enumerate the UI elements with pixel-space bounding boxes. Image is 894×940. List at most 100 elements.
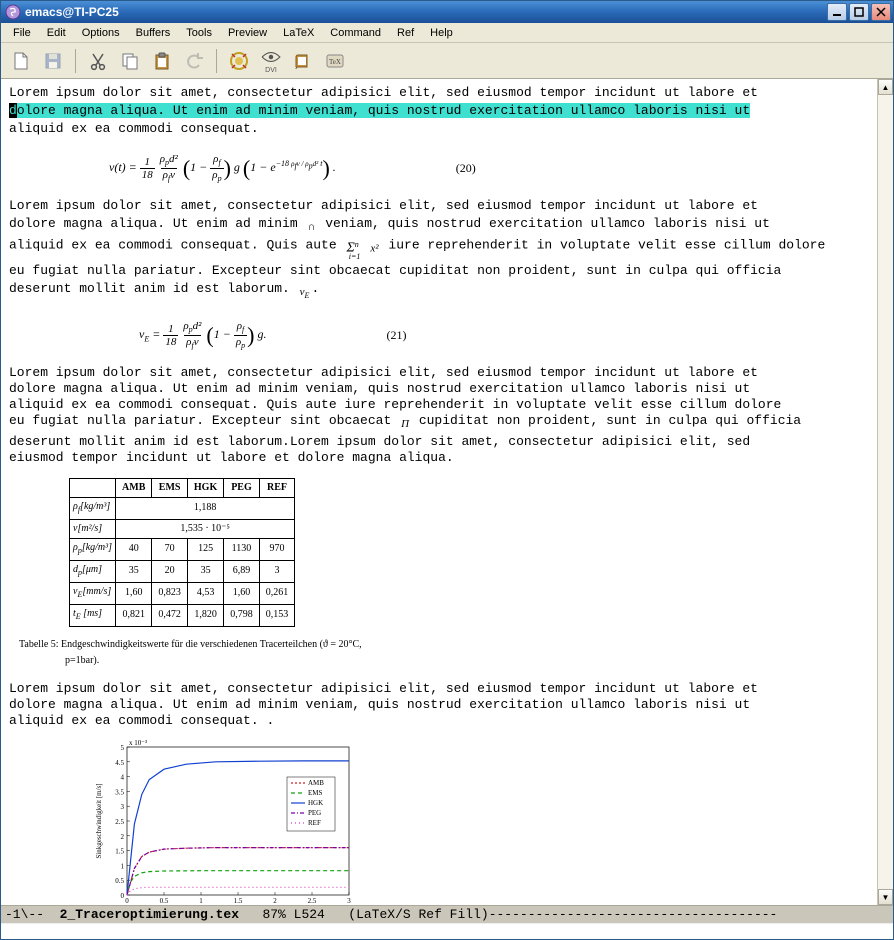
- dvi-view-button[interactable]: DVI: [257, 47, 285, 75]
- bibtex-button[interactable]: [289, 47, 317, 75]
- close-button[interactable]: [871, 3, 891, 21]
- latex-run-button[interactable]: [225, 47, 253, 75]
- text-line: Lorem ipsum dolor sit amet, consectetur …: [9, 681, 869, 729]
- svg-text:AMB: AMB: [308, 779, 324, 787]
- buffer-name: 2_Traceroptimierung.tex: [60, 907, 239, 922]
- text-line: Lorem ipsum dolor sit amet, consectetur …: [9, 85, 869, 101]
- svg-text:2.5: 2.5: [308, 897, 317, 905]
- editor-pane: Lorem ipsum dolor sit amet, consectetur …: [1, 79, 893, 905]
- svg-text:PEG: PEG: [308, 809, 321, 817]
- dvi-label: DVI: [265, 67, 277, 74]
- menu-options[interactable]: Options: [74, 25, 128, 41]
- svg-text:REF: REF: [308, 819, 321, 827]
- svg-text:1: 1: [199, 897, 203, 905]
- emacs-icon: [5, 4, 21, 20]
- table-row: vE[mm/s] 1,600,8234,531,600,261: [70, 582, 295, 604]
- menu-latex[interactable]: LaTeX: [275, 25, 322, 41]
- vertical-scrollbar[interactable]: ▲ ▼: [877, 79, 893, 905]
- svg-text:0.5: 0.5: [160, 897, 169, 905]
- maximize-button[interactable]: [849, 3, 869, 21]
- position-indicator: 87% L524: [239, 907, 348, 922]
- minimize-button[interactable]: [827, 3, 847, 21]
- svg-text:0.5: 0.5: [115, 877, 124, 885]
- inline-math-pi: Π: [401, 416, 409, 432]
- new-file-button[interactable]: [7, 47, 35, 75]
- svg-text:3: 3: [347, 897, 351, 905]
- text-line: aliquid ex ea commodi consequat.: [9, 121, 869, 137]
- svg-text:HGK: HGK: [308, 799, 323, 807]
- svg-text:2.5: 2.5: [115, 818, 124, 826]
- table-row: tE [ms] 0,8210,4721,8200,7980,153: [70, 604, 295, 626]
- table-row: ν[m²/s]1,535 · 10⁻⁵: [70, 519, 295, 538]
- menu-tools[interactable]: Tools: [178, 25, 220, 41]
- copy-button[interactable]: [116, 47, 144, 75]
- cut-button[interactable]: [84, 47, 112, 75]
- paste-button[interactable]: [148, 47, 176, 75]
- menu-edit[interactable]: Edit: [39, 25, 74, 41]
- equation-20: v(t) = 118 ρpd²ρfν (1 − ρfρp) g (1 − e−1…: [9, 139, 869, 198]
- title-bar: emacs@TI-PC25: [1, 1, 893, 23]
- text-line: dolore magna aliqua. Ut enim ad minim ∩ …: [9, 216, 869, 235]
- equation-21: vE = 118 ρpd²ρfν (1 − ρfρp) g. (21): [9, 306, 869, 365]
- svg-text:0: 0: [121, 892, 125, 900]
- svg-text:2: 2: [273, 897, 277, 905]
- scroll-up-button[interactable]: ▲: [878, 79, 893, 95]
- text-line-highlighted: dolore magna aliqua. Ut enim ad minim ve…: [9, 103, 869, 119]
- menu-file[interactable]: File: [5, 25, 39, 41]
- svg-text:x 10⁻³: x 10⁻³: [129, 739, 147, 747]
- text-line: aliquid ex ea commodi consequat. Quis au…: [9, 237, 869, 261]
- minibuffer[interactable]: [1, 923, 893, 939]
- svg-text:4.5: 4.5: [115, 759, 124, 767]
- point-cursor: d: [9, 103, 17, 118]
- tex-settings-button[interactable]: TeX: [321, 47, 349, 75]
- svg-text:4: 4: [121, 774, 125, 782]
- svg-text:1: 1: [121, 862, 125, 870]
- menu-command[interactable]: Command: [322, 25, 389, 41]
- major-mode: (LaTeX/S Ref Fill): [348, 907, 488, 922]
- scroll-down-button[interactable]: ▼: [878, 889, 893, 905]
- toolbar-separator: [216, 49, 217, 73]
- svg-text:3: 3: [121, 803, 125, 811]
- svg-text:3.5: 3.5: [115, 788, 124, 796]
- text-line: Lorem ipsum dolor sit amet, consectetur …: [9, 365, 869, 432]
- equation-number: (21): [386, 327, 406, 343]
- save-button[interactable]: [39, 47, 67, 75]
- table-header-row: AMB EMS HGK PEG REF: [70, 478, 295, 497]
- velocity-chart: 0 0.5 1 1.5 2 2.5 3 3.5 4 4.5 5 0 0.5 1 1.5 2 2.5 3 x 10⁻³…: [9, 731, 869, 905]
- table-row: ρp[kg/m³] 40701251130970: [70, 538, 295, 560]
- text-line: deserunt mollit anim id est laborum. vE.: [9, 281, 869, 304]
- svg-text:1.5: 1.5: [234, 897, 243, 905]
- mode-line: -1\-- 2_Traceroptimierung.tex 87% L524 (…: [1, 905, 893, 923]
- window-title: emacs@TI-PC25: [25, 5, 827, 19]
- menu-ref[interactable]: Ref: [389, 25, 422, 41]
- undo-button[interactable]: [180, 47, 208, 75]
- svg-text:0: 0: [125, 897, 129, 905]
- inline-math-icon: ∩: [307, 219, 315, 235]
- text-line: Lorem ipsum dolor sit amet, consectetur …: [9, 198, 869, 214]
- menu-buffers[interactable]: Buffers: [128, 25, 179, 41]
- svg-text:2: 2: [121, 833, 125, 841]
- inline-math-vE: vE: [300, 284, 310, 304]
- svg-text:Sinkgeschwindigkeit [m/s]: Sinkgeschwindigkeit [m/s]: [95, 783, 103, 858]
- table-caption: Tabelle 5: Endgeschwindigkeitswerte für …: [9, 631, 429, 681]
- svg-text:EMS: EMS: [308, 789, 323, 797]
- menu-bar: File Edit Options Buffers Tools Preview …: [1, 23, 893, 43]
- menu-help[interactable]: Help: [422, 25, 461, 41]
- menu-preview[interactable]: Preview: [220, 25, 275, 41]
- toolbar-separator: [75, 49, 76, 73]
- data-table-wrap: AMB EMS HGK PEG REF ρf[kg/m³]1,188 ν[m²/…: [9, 468, 869, 631]
- document-buffer[interactable]: Lorem ipsum dolor sit amet, consectetur …: [1, 79, 877, 905]
- toolbar: DVI TeX: [1, 43, 893, 79]
- text-line: eu fugiat nulla pariatur. Excepteur sint…: [9, 263, 869, 279]
- table-row: ρf[kg/m³]1,188: [70, 497, 295, 519]
- inline-math-sum: Σni=1x²: [346, 237, 378, 261]
- text-line: deserunt mollit anim id est laborum.Lore…: [9, 434, 869, 466]
- table-row: dp[μm] 3520356,893: [70, 560, 295, 582]
- tracer-table: AMB EMS HGK PEG REF ρf[kg/m³]1,188 ν[m²/…: [69, 478, 295, 627]
- svg-text:5: 5: [121, 744, 125, 752]
- scroll-track[interactable]: [878, 95, 893, 889]
- svg-text:TeX: TeX: [329, 58, 341, 66]
- svg-text:1.5: 1.5: [115, 848, 124, 856]
- equation-number: (20): [456, 160, 476, 176]
- highlighted-text: olore magna aliqua. Ut enim ad minim ven…: [17, 103, 750, 118]
